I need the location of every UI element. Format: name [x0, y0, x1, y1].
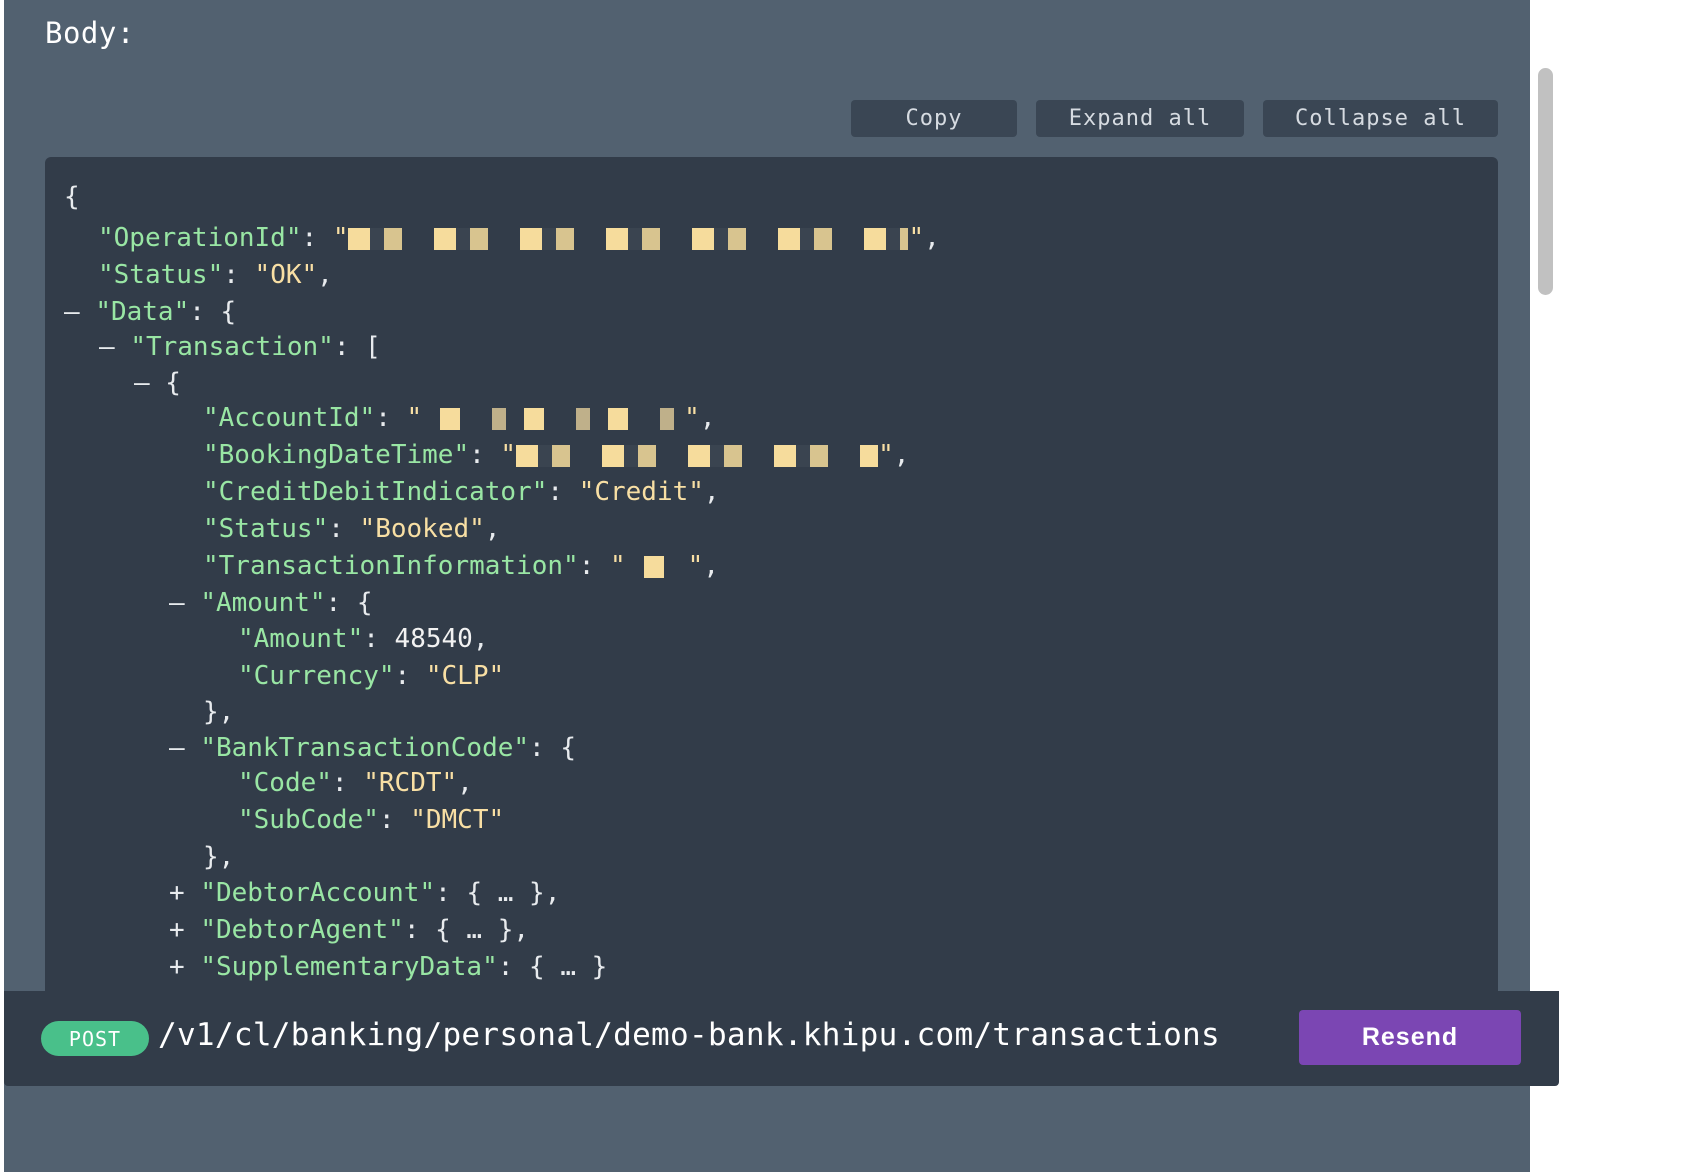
json-line: – "Data": { — [64, 297, 237, 327]
json-line: "AccountId": " ", — [203, 403, 716, 433]
collapse-toggle[interactable]: – — [134, 368, 150, 398]
json-line: – "Transaction": [ — [99, 332, 381, 362]
collapse-toggle[interactable]: – — [99, 332, 115, 362]
redacted-value — [625, 555, 688, 578]
json-line: + "SupplementaryData": { … } — [169, 952, 608, 982]
json-line: "SubCode": "DMCT" — [238, 805, 505, 835]
json-viewer: { "OperationId": " ", "Status": "OK", – "… — [45, 157, 1498, 1057]
body-label: Body: — [45, 16, 135, 50]
redacted-value — [516, 444, 879, 467]
json-line: "CreditDebitIndicator": "Credit", — [203, 477, 720, 507]
json-line: "BookingDateTime": " ", — [203, 440, 910, 470]
collapse-toggle[interactable]: – — [169, 588, 185, 618]
json-line: + "DebtorAccount": { … }, — [169, 878, 561, 908]
collapse-all-button[interactable]: Collapse all — [1263, 100, 1498, 137]
resend-button[interactable]: Resend — [1299, 1010, 1521, 1065]
json-line: "OperationId": " ", — [98, 223, 940, 253]
json-line: – "Amount": { — [169, 588, 373, 618]
copy-button[interactable]: Copy — [851, 100, 1017, 137]
collapse-toggle[interactable]: – — [64, 297, 80, 327]
json-line: – "BankTransactionCode": { — [169, 733, 577, 763]
json-line: "TransactionInformation": " ", — [203, 551, 719, 581]
redacted-value — [422, 407, 685, 430]
expand-toggle[interactable]: + — [169, 915, 185, 945]
expand-all-button[interactable]: Expand all — [1036, 100, 1244, 137]
expand-toggle[interactable]: + — [169, 952, 185, 982]
json-line: }, — [203, 697, 235, 727]
expand-toggle[interactable]: + — [169, 878, 185, 908]
json-line: + "DebtorAgent": { … }, — [169, 915, 530, 945]
json-line: "Status": "OK", — [98, 260, 333, 290]
json-line: "Amount": 48540, — [238, 624, 489, 654]
json-line: "Code": "RCDT", — [238, 768, 473, 798]
json-line: "Currency": "CLP" — [238, 661, 505, 691]
json-line: { — [64, 182, 80, 212]
method-badge: POST — [41, 1021, 149, 1056]
json-line: – { — [134, 368, 181, 398]
scrollbar-thumb[interactable] — [1538, 68, 1553, 295]
request-bar: POST /v1/cl/banking/personal/demo-bank.k… — [4, 991, 1559, 1086]
collapse-toggle[interactable]: – — [169, 733, 185, 763]
json-line: "Status": "Booked", — [203, 514, 501, 544]
request-url: /v1/cl/banking/personal/demo-bank.khipu.… — [158, 1017, 1220, 1053]
redacted-value — [348, 227, 909, 250]
json-line: }, — [203, 842, 235, 872]
